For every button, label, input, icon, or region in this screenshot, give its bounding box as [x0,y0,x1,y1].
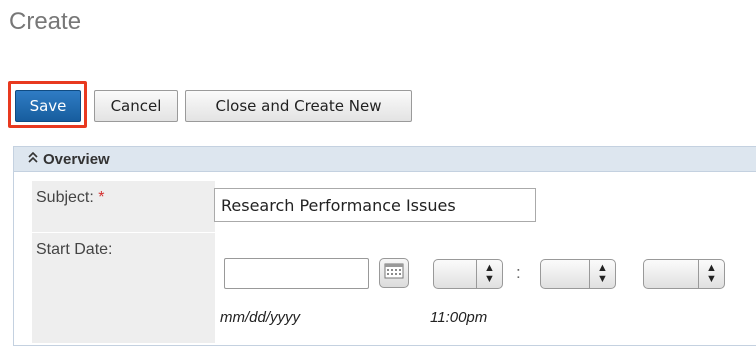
page-title: Create [9,8,82,35]
time-separator: : [516,263,521,282]
required-marker: * [98,189,105,206]
select-arrows-icon: ▲ ▼ [589,260,615,288]
time-hint: 11:00pm [430,309,488,326]
subject-label-cell: Subject: * [32,181,215,232]
minute-select[interactable]: ▲ ▼ [540,259,616,289]
hour-select[interactable]: ▲ ▼ [433,259,503,289]
date-format-hint: mm/dd/yyyy [220,309,301,326]
calendar-button[interactable] [379,258,409,288]
subject-label: Subject: [36,189,94,206]
overview-panel-header[interactable]: Overview [14,147,756,172]
select-arrows-icon: ▲ ▼ [476,260,502,288]
start-date-label-cell: Start Date: [32,233,215,343]
overview-panel-title: Overview [43,150,110,168]
close-and-create-new-button[interactable]: Close and Create New [185,90,412,122]
calendar-icon [384,263,404,284]
cancel-button[interactable]: Cancel [94,90,178,122]
subject-input[interactable]: Research Performance Issues [214,188,536,222]
double-chevron-up-icon[interactable] [28,151,38,166]
start-date-label: Start Date: [36,241,113,258]
select-arrows-icon: ▲ ▼ [698,260,724,288]
save-button[interactable]: Save [15,90,81,122]
meridiem-select[interactable]: ▲ ▼ [643,259,725,289]
start-date-input[interactable] [224,258,369,289]
